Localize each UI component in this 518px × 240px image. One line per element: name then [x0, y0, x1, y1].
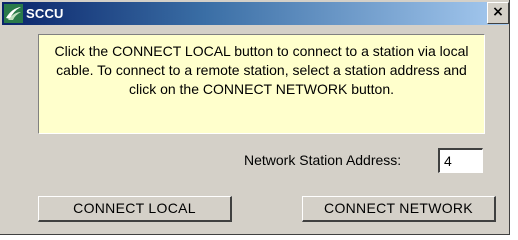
station-address-label: Network Station Address: — [244, 152, 402, 168]
instructions-text: Click the CONNECT LOCAL button to connec… — [38, 34, 485, 134]
station-address-input[interactable] — [438, 148, 483, 173]
connect-network-button[interactable]: CONNECT NETWORK — [302, 196, 496, 222]
dialog-window: SCCU × Click the CONNECT LOCAL button to… — [0, 0, 510, 235]
close-button[interactable]: × — [487, 2, 509, 24]
connect-local-button[interactable]: CONNECT LOCAL — [38, 196, 232, 222]
title-bar[interactable]: SCCU × — [2, 2, 509, 25]
sccu-app-icon — [4, 4, 23, 23]
window-title: SCCU — [26, 6, 64, 21]
